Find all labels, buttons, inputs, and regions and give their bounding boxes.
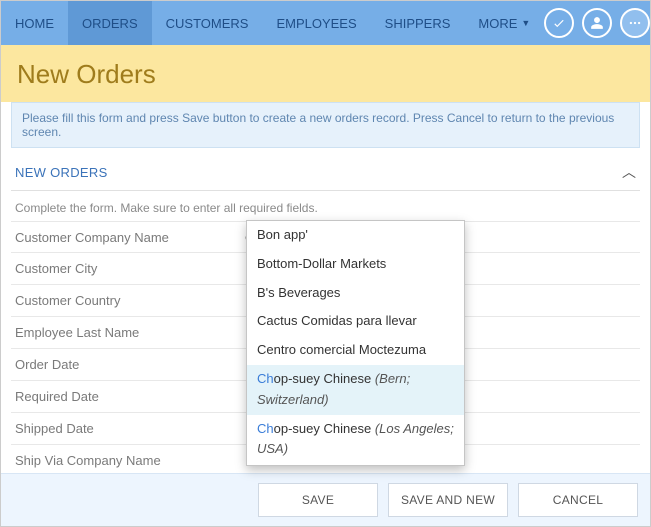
nav-icons xyxy=(544,1,651,45)
field-label: Customer Country xyxy=(15,293,245,308)
footer-toolbar: SAVE SAVE AND NEW CANCEL xyxy=(1,473,650,526)
collapse-icon[interactable]: ︿ xyxy=(622,162,636,182)
nav-tab-shippers[interactable]: SHIPPERS xyxy=(371,1,465,45)
dropdown-option[interactable]: Cactus Comidas para llevar xyxy=(247,307,464,336)
nav-tab-home[interactable]: HOME xyxy=(1,1,68,45)
user-icon[interactable] xyxy=(582,8,612,38)
page-title: New Orders xyxy=(17,59,634,90)
title-bar: New Orders xyxy=(1,45,650,102)
dropdown-option[interactable]: B's Beverages xyxy=(247,279,464,308)
field-label: Order Date xyxy=(15,357,245,372)
nav-tab-more[interactable]: MORE▼ xyxy=(464,1,544,45)
field-label: Required Date xyxy=(15,389,245,404)
dropdown-option[interactable]: Comércio Mineiro xyxy=(247,464,464,466)
info-message: Please fill this form and press Save but… xyxy=(11,102,640,148)
field-label: Employee Last Name xyxy=(15,325,245,340)
save-button[interactable]: SAVE xyxy=(258,483,378,517)
cancel-button[interactable]: CANCEL xyxy=(518,483,638,517)
more-icon[interactable] xyxy=(620,8,650,38)
save-and-new-button[interactable]: SAVE AND NEW xyxy=(388,483,508,517)
field-label: Customer Company Name xyxy=(15,230,245,245)
dropdown-option[interactable]: Chop-suey Chinese (Los Angeles; USA) xyxy=(247,415,464,465)
nav-tab-orders[interactable]: ORDERS xyxy=(68,1,152,45)
dropdown-option[interactable]: Bottom-Dollar Markets xyxy=(247,250,464,279)
field-label: Ship Via Company Name xyxy=(15,453,245,468)
dropdown-option[interactable]: Centro comercial Moctezuma xyxy=(247,336,464,365)
nav-tab-customers[interactable]: CUSTOMERS xyxy=(152,1,263,45)
helper-text: Complete the form. Make sure to enter al… xyxy=(11,191,640,221)
autocomplete-dropdown[interactable]: Bon app'Bottom-Dollar MarketsB's Beverag… xyxy=(246,220,465,466)
section-label: NEW ORDERS xyxy=(15,165,108,180)
field-label: Customer City xyxy=(15,261,245,276)
top-nav: HOME ORDERS CUSTOMERS EMPLOYEES SHIPPERS… xyxy=(1,1,650,45)
nav-tabs: HOME ORDERS CUSTOMERS EMPLOYEES SHIPPERS… xyxy=(1,1,544,45)
dropdown-option[interactable]: Chop-suey Chinese (Bern; Switzerland) xyxy=(247,365,464,415)
nav-tab-employees[interactable]: EMPLOYEES xyxy=(262,1,370,45)
dropdown-option[interactable]: Bon app' xyxy=(247,221,464,250)
field-label: Shipped Date xyxy=(15,421,245,436)
check-icon[interactable] xyxy=(544,8,574,38)
section-header: NEW ORDERS ︿ xyxy=(11,152,640,191)
chevron-down-icon: ▼ xyxy=(521,18,530,28)
